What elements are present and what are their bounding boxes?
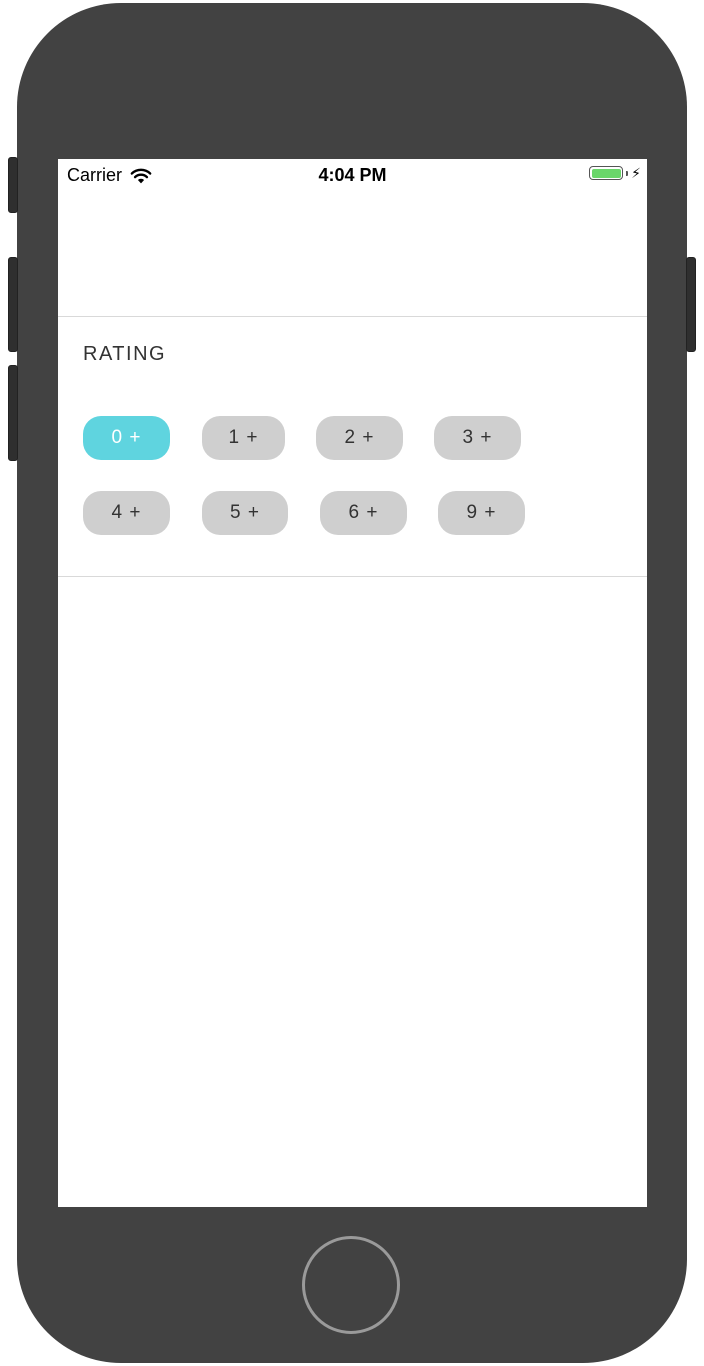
bottom-divider xyxy=(58,576,647,577)
rating-title: RATING xyxy=(83,343,167,365)
rating-option-4[interactable]: 4 + xyxy=(83,491,170,535)
rating-option-1[interactable]: 1 + xyxy=(202,416,285,460)
volume-down-button xyxy=(8,365,18,461)
rating-option-6[interactable]: 6 + xyxy=(320,491,407,535)
bolt-icon: ⚡︎ xyxy=(631,165,641,181)
battery-group: ⚡︎ xyxy=(589,166,641,180)
battery-fill xyxy=(591,168,621,178)
battery-icon xyxy=(589,166,624,180)
mute-switch xyxy=(8,157,18,213)
home-button[interactable] xyxy=(302,1236,400,1334)
battery-cap xyxy=(626,170,629,176)
rating-option-0[interactable]: 0 + xyxy=(83,416,170,460)
screen: Carrier 4:04 PM ⚡︎ RATING 0 + 1 + 2 + 3 … xyxy=(58,159,647,1207)
status-time: 4:04 PM xyxy=(318,165,387,185)
rating-option-9[interactable]: 9 + xyxy=(438,491,525,535)
rating-option-3[interactable]: 3 + xyxy=(434,416,521,460)
volume-up-button xyxy=(8,257,18,352)
rating-option-2[interactable]: 2 + xyxy=(316,416,403,460)
status-bar: Carrier 4:04 PM ⚡︎ xyxy=(58,159,647,193)
power-button xyxy=(686,257,696,352)
rating-option-5[interactable]: 5 + xyxy=(202,491,288,535)
top-divider xyxy=(58,316,647,317)
